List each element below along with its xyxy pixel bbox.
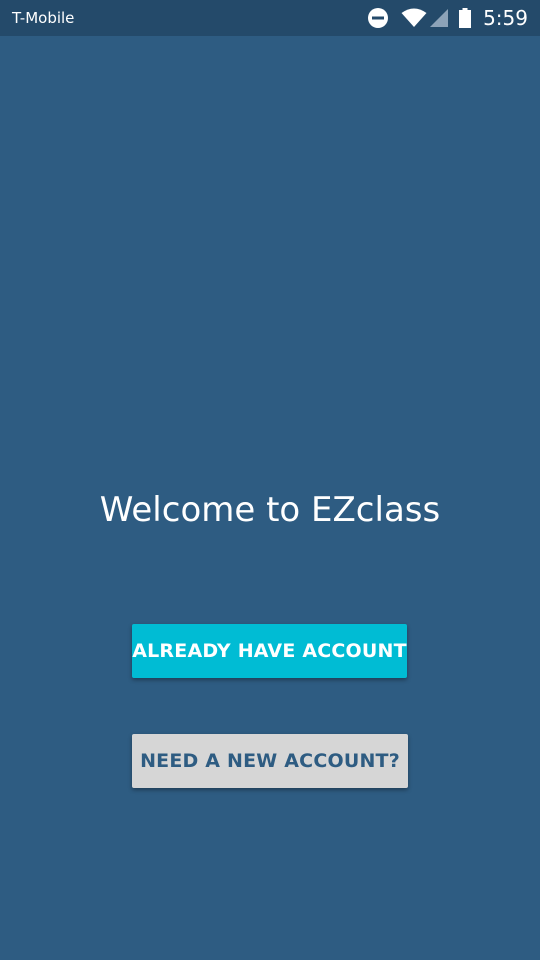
already-have-account-button[interactable]: ALREADY HAVE ACCOUNT [132,624,407,678]
status-bar: T-Mobile 5:59 [0,0,540,36]
do-not-disturb-icon [367,7,389,29]
welcome-title: Welcome to EZclass [99,490,441,530]
need-new-account-button[interactable]: NEED A NEW ACCOUNT? [132,734,408,788]
cell-signal-icon [429,8,449,28]
wifi-icon [401,8,427,28]
status-clock: 5:59 [483,6,528,30]
battery-icon [459,8,472,28]
carrier-name: T-Mobile [12,9,75,27]
status-icons: 5:59 [367,0,528,36]
